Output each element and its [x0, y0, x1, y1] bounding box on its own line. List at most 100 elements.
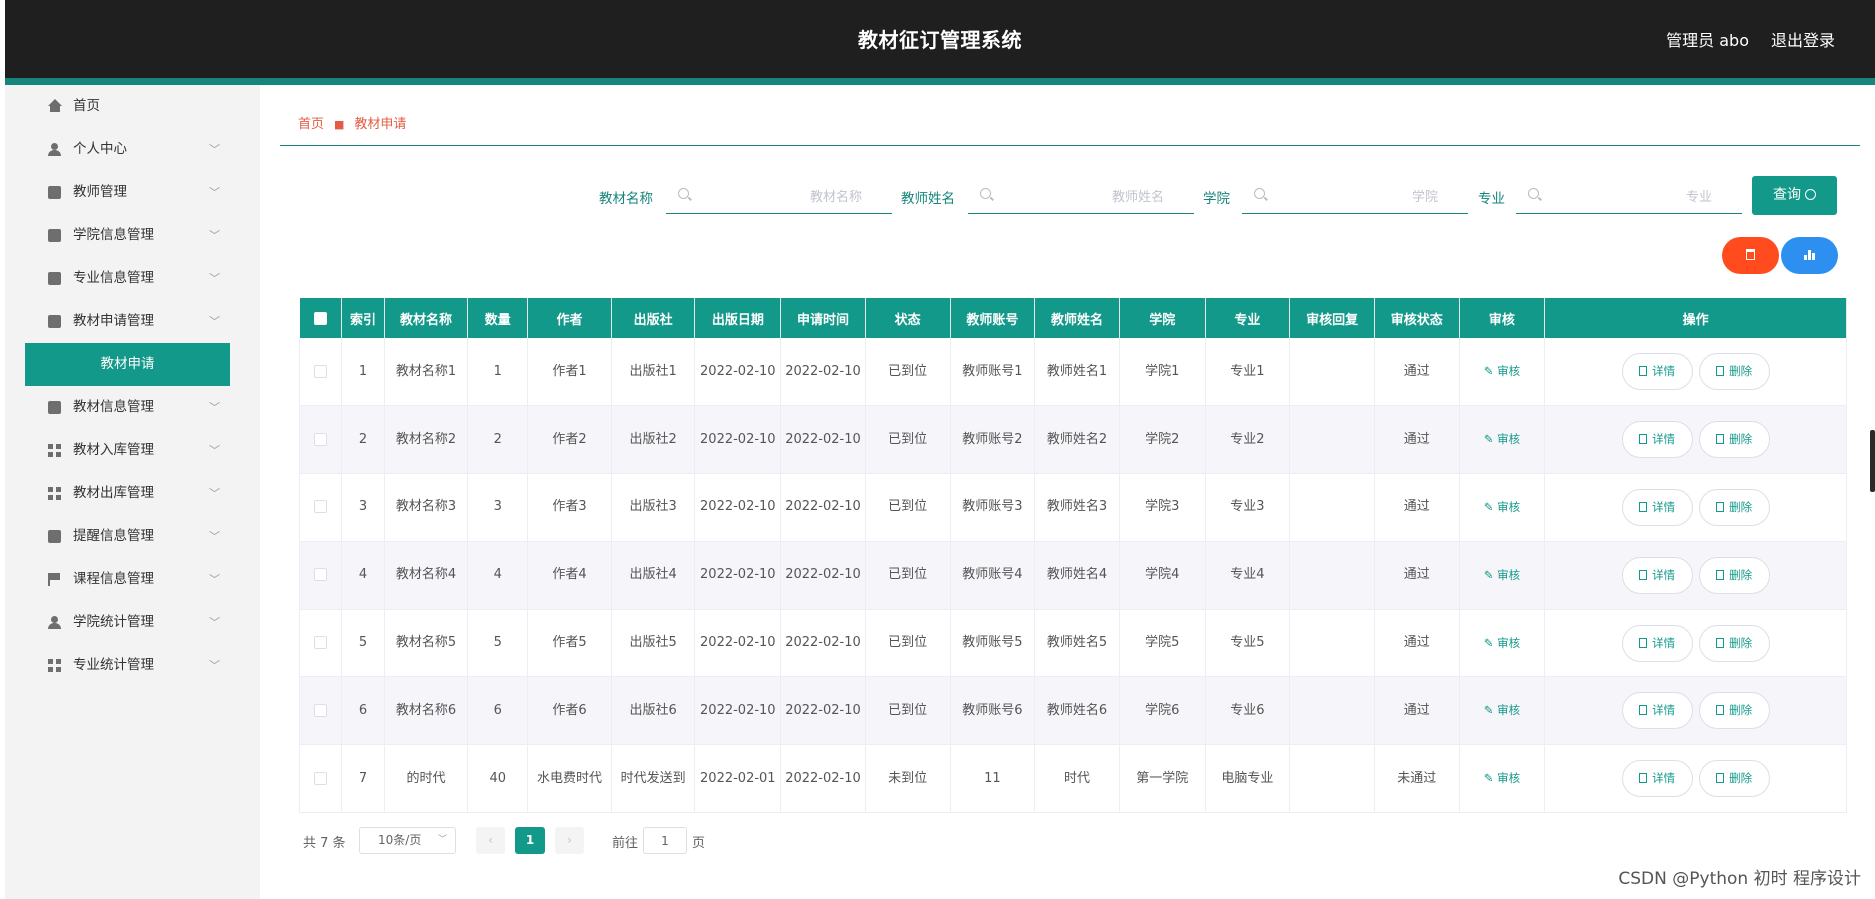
row-select-cell[interactable] [298, 609, 343, 678]
cell-reply [1289, 744, 1375, 814]
detail-button[interactable]: 详情 [1621, 353, 1693, 391]
audit-link[interactable]: ✎ 审核 [1484, 636, 1520, 650]
delete-button-label: 删除 [1729, 771, 1753, 786]
prev-page-button[interactable]: ‹ [476, 827, 505, 854]
table-row: 1 教材名称1 1 作者1 出版社1 2022-02-10 2022-02-10 已到位 教师账… [298, 338, 1847, 407]
sidebar-subitem-book-application[interactable]: 教材申请 [25, 343, 230, 386]
audit-link[interactable]: ✎ 审核 [1484, 432, 1520, 446]
row-checkbox[interactable] [314, 432, 328, 446]
major-input[interactable] [1546, 186, 1712, 208]
audit-cell: ✎ 审核 [1459, 405, 1546, 475]
teacher-name-input[interactable] [998, 186, 1164, 208]
delete-button-label: 删除 [1729, 364, 1753, 379]
detail-button[interactable]: 详情 [1621, 692, 1693, 730]
delete-button[interactable]: 删除 [1698, 692, 1770, 730]
audit-link[interactable]: ✎ 审核 [1484, 771, 1520, 785]
cell-audit-status: 未通过 [1374, 744, 1460, 814]
delete-button[interactable]: 删除 [1698, 488, 1770, 526]
row-select-cell[interactable] [298, 541, 343, 610]
detail-button[interactable]: 详情 [1621, 421, 1693, 459]
batch-delete-button[interactable] [1722, 237, 1779, 274]
cell-publisher: 出版社5 [611, 609, 696, 678]
detail-button[interactable]: 详情 [1621, 760, 1693, 798]
sidebar-item-courses[interactable]: 课程信息管理 ﹀ [5, 558, 260, 601]
query-button[interactable]: 查询 [1752, 176, 1837, 215]
breadcrumb-home[interactable]: 首页 [298, 117, 324, 132]
audit-link[interactable]: ✎ 审核 [1484, 568, 1520, 582]
sidebar-item-major-stats[interactable]: 专业统计管理 ﹀ [5, 644, 260, 687]
cell-college: 学院1 [1119, 338, 1206, 407]
audit-link-label: 审核 [1497, 432, 1521, 447]
goto-page-input[interactable] [643, 827, 687, 854]
delete-button[interactable]: 删除 [1698, 353, 1770, 391]
statistics-button[interactable] [1781, 237, 1838, 274]
cell-name: 教材名称5 [384, 609, 469, 678]
college-input[interactable] [1272, 186, 1438, 208]
detail-button[interactable]: 详情 [1621, 556, 1693, 594]
cell-pub-date: 2022-02-10 [694, 609, 782, 678]
select-all-cell[interactable] [299, 298, 343, 338]
logout-button[interactable]: 退出登录 [1771, 31, 1835, 50]
audit-link[interactable]: ✎ 审核 [1484, 500, 1520, 514]
select-all-checkbox[interactable] [313, 311, 327, 325]
cell-reply [1289, 676, 1375, 746]
sidebar-item-college-stats[interactable]: 学院统计管理 ﹀ [5, 601, 260, 644]
header-accent-bar [5, 78, 1875, 85]
sidebar-item-book-info[interactable]: 教材信息管理 ﹀ [5, 386, 260, 429]
audit-link[interactable]: ✎ 审核 [1484, 364, 1520, 378]
sidebar-item-majors[interactable]: 专业信息管理 ﹀ [5, 257, 260, 300]
row-select-cell[interactable] [298, 473, 343, 542]
current-page-button[interactable]: 1 [515, 827, 545, 854]
sidebar-item-reminders[interactable]: 提醒信息管理 ﹀ [5, 515, 260, 558]
table-row: 5 教材名称5 5 作者5 出版社5 2022-02-10 2022-02-10 已到位 教师账… [298, 609, 1847, 678]
sidebar-item-label: 专业信息管理 [73, 270, 154, 286]
row-select-cell[interactable] [298, 338, 343, 407]
cell-teacher: 教师姓名1 [1034, 338, 1120, 407]
delete-button-label: 删除 [1729, 432, 1753, 447]
column-header: 出版日期 [694, 298, 782, 338]
current-user[interactable]: 管理员 abo [1666, 31, 1749, 50]
row-checkbox[interactable] [314, 703, 328, 717]
goto-label: 前往 [612, 836, 639, 851]
search-icon [1528, 188, 1539, 199]
sidebar-item-teachers[interactable]: 教师管理 ﹀ [5, 171, 260, 214]
sidebar-item-profile[interactable]: 个人中心 ﹀ [5, 128, 260, 171]
row-checkbox[interactable] [314, 636, 328, 650]
row-select-cell[interactable] [298, 676, 343, 746]
sidebar-item-stock-out[interactable]: 教材出库管理 ﹀ [5, 472, 260, 515]
cell-teacher: 教师姓名6 [1034, 676, 1120, 746]
cell-status: 已到位 [865, 473, 951, 542]
delete-button[interactable]: 删除 [1698, 624, 1770, 662]
cell-pub-date: 2022-02-10 [694, 338, 782, 407]
column-header: 教师姓名 [1034, 298, 1120, 338]
row-checkbox[interactable] [314, 500, 328, 514]
sidebar-item-label: 教材入库管理 [73, 442, 154, 458]
sidebar-item-stock-in[interactable]: 教材入库管理 ﹀ [5, 429, 260, 472]
detail-button[interactable]: 详情 [1621, 488, 1693, 526]
trash-icon [1746, 249, 1755, 260]
book-name-input[interactable] [696, 186, 862, 208]
row-checkbox[interactable] [314, 771, 328, 785]
detail-button[interactable]: 详情 [1621, 624, 1693, 662]
page-size-select[interactable]: 10条/页 ﹀ [359, 827, 456, 854]
delete-button[interactable]: 删除 [1698, 421, 1770, 459]
row-checkbox[interactable] [314, 364, 328, 378]
sidebar-item-book-applications[interactable]: 教材申请管理 ﹀ [5, 300, 260, 343]
row-checkbox[interactable] [314, 568, 328, 582]
sidebar-item-colleges[interactable]: 学院信息管理 ﹀ [5, 214, 260, 257]
delete-button[interactable]: 删除 [1698, 760, 1770, 798]
actions-cell: 详情 删除 [1544, 744, 1847, 814]
cell-qty: 40 [467, 744, 529, 814]
sidebar-item-home[interactable]: 首页 [5, 85, 260, 128]
row-select-cell[interactable] [298, 744, 343, 814]
actions-cell: 详情 删除 [1544, 676, 1847, 746]
audit-link[interactable]: ✎ 审核 [1484, 703, 1520, 717]
search-icon [678, 188, 689, 199]
cell-apply-time: 2022-02-10 [780, 541, 866, 610]
scrollbar-thumb[interactable] [1870, 430, 1875, 492]
cell-name: 教材名称2 [384, 405, 469, 475]
row-select-cell[interactable] [298, 405, 343, 475]
next-page-button[interactable]: › [555, 827, 584, 854]
chevron-down-icon: ﹀ [209, 573, 220, 586]
delete-button[interactable]: 删除 [1698, 556, 1770, 594]
